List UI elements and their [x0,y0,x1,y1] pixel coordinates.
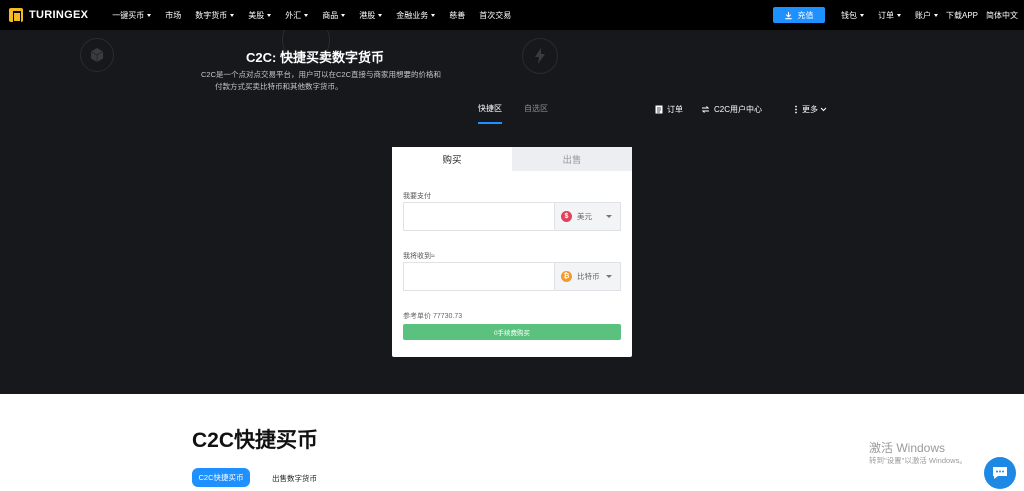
nav-item-first-trade[interactable]: 首次交易 [479,10,511,21]
nav-item-forex[interactable]: 外汇 [285,10,309,21]
nav-item-market[interactable]: 市场 [165,10,181,21]
reference-price: 参考单价 77730.73 [403,313,463,320]
tab-c2c-quick-buy[interactable]: C2C快捷买币 [192,468,250,487]
nav-item-quick-buy[interactable]: 一键买币 [112,10,152,21]
nav-item-us-stocks[interactable]: 美股 [248,10,272,21]
quick-trade-card: 购买 出售 我要支付 $ 美元 我将收到≈ ₿ 比特币 参考单价 77730.7… [392,147,632,357]
nav-item-charity[interactable]: 慈善 [449,10,465,21]
section-title: C2C快捷买币 [192,429,319,452]
chevron-down-icon [820,107,827,112]
chevron-down-icon [147,13,152,17]
nav-item-hk-stocks[interactable]: 港股 [359,10,383,21]
tab-quick-zone[interactable]: 快捷区 [478,103,502,124]
zero-fee-buy-button[interactable]: 0手续费购买 [403,324,621,340]
chevron-down-icon [859,13,864,17]
chevron-down-icon [304,13,309,17]
caret-down-icon [606,275,612,278]
chat-bubble-icon [993,467,1007,479]
page-title: C2C: 快捷买卖数字货币 [246,50,384,65]
hero-section: C2C: 快捷买卖数字货币 C2C是一个点对点交易平台，用户可以在C2C直接与商… [0,30,1024,394]
pay-amount-input[interactable] [403,202,555,231]
account-menu[interactable]: 账户 [915,10,938,21]
download-app-link[interactable]: 下载APP [946,10,978,21]
more-dots-icon [795,105,797,114]
download-icon [785,11,793,19]
chevron-down-icon [896,13,901,17]
hero-links: 订单 C2C用户中心 更多 [655,104,845,115]
page-description: C2C是一个点对点交易平台，用户可以在C2C直接与商家用想要的价格和 付款方式买… [201,70,442,91]
language-selector[interactable]: 简体中文 [986,10,1018,21]
windows-activation-title: 激活 Windows [869,441,946,455]
chevron-down-icon [267,13,272,17]
chevron-down-icon [378,13,383,17]
tab-buy[interactable]: 购买 [392,147,512,171]
dollar-coin-icon: $ [561,211,572,222]
caret-down-icon [606,215,612,218]
deposit-button[interactable]: 充值 [772,7,825,23]
user-menu: 充值 钱包 订单 账户 下载APP 简体中文 [772,0,1018,30]
receive-label: 我将收到≈ [403,253,435,260]
swap-icon [701,106,710,113]
top-navigation-bar: TURINGEX 一键买币 市场 数字货币 美股 外汇 商品 港股 金融业务 慈… [0,0,1024,30]
logo-icon [9,8,23,22]
tab-sell-crypto[interactable]: 出售数字货币 [272,473,317,484]
chevron-down-icon [933,13,938,17]
nav-item-finance[interactable]: 金融业务 [396,10,436,21]
chevron-down-icon [341,13,346,17]
nav-item-crypto[interactable]: 数字货币 [195,10,235,21]
receive-currency-select[interactable]: ₿ 比特币 [555,262,621,291]
document-icon [655,105,663,114]
pay-currency-select[interactable]: $ 美元 [555,202,621,231]
chevron-down-icon [230,13,235,17]
zone-tabs: 快捷区 自选区 [478,103,570,124]
brand-name: TURINGEX [29,9,89,21]
receive-amount-input[interactable] [403,262,555,291]
more-menu[interactable]: 更多 [794,104,827,115]
brand-logo[interactable]: TURINGEX [9,8,88,22]
wallet-menu[interactable]: 钱包 [841,10,864,21]
chat-support-button[interactable] [984,457,1016,489]
pay-label: 我要支付 [403,193,431,200]
orders-link[interactable]: 订单 [655,104,683,115]
orders-menu[interactable]: 订单 [878,10,901,21]
nav-item-commodities[interactable]: 商品 [322,10,346,21]
bitcoin-icon: ₿ [561,271,572,282]
main-menu: 一键买币 市场 数字货币 美股 外汇 商品 港股 金融业务 慈善 首次交易 [112,10,525,21]
c2c-user-center-link[interactable]: C2C用户中心 [701,104,762,115]
chevron-down-icon [431,13,436,17]
windows-activation-hint: 转到"设置"以激活 Windows。 [869,456,967,465]
trade-side-tabs: 购买 出售 [392,147,632,171]
tab-sell[interactable]: 出售 [512,147,632,171]
tab-custom-zone[interactable]: 自选区 [524,103,548,124]
